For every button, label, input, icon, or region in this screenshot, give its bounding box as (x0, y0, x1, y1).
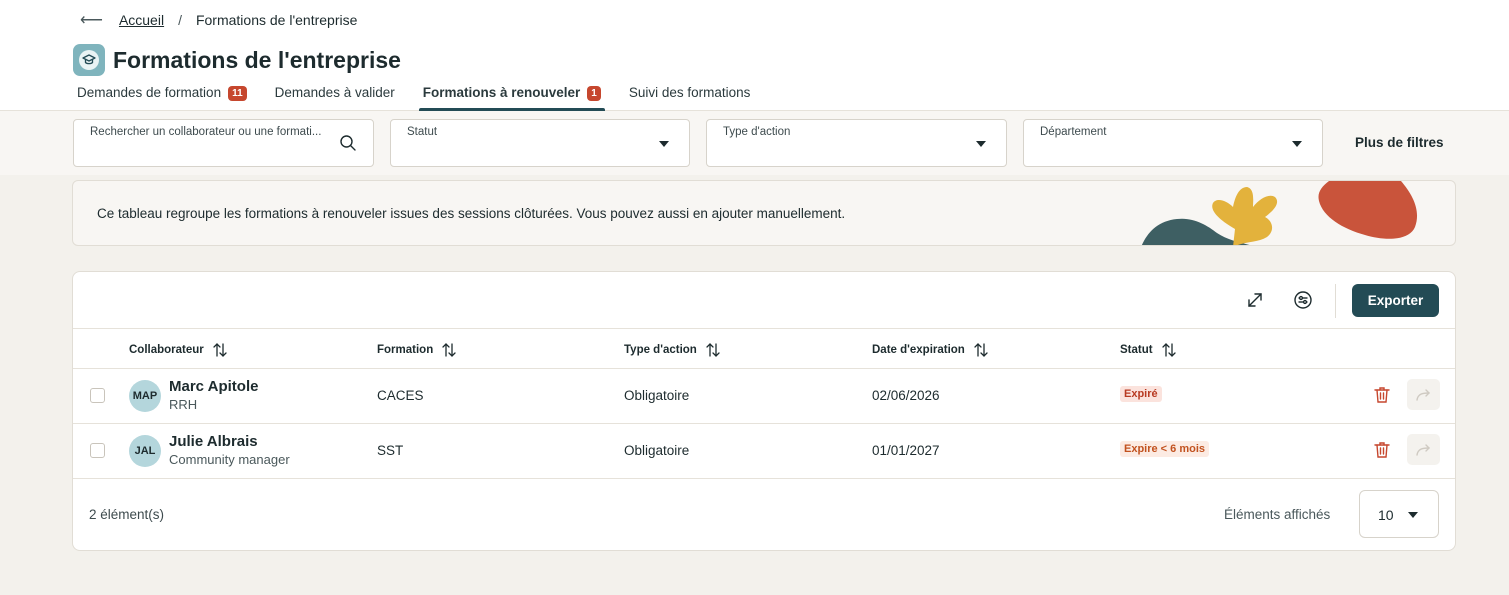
title-row: Formations de l'entreprise (73, 44, 401, 76)
tab-suivi-des-formations[interactable]: Suivi des formations (625, 80, 755, 111)
table-header: Collaborateur Formation Type d'action Da… (73, 329, 1455, 369)
tab-demandes-a-valider[interactable]: Demandes à valider (271, 80, 399, 111)
department-select[interactable]: Département (1023, 119, 1323, 167)
column-label: Formation (377, 344, 434, 356)
row-checkbox[interactable] (90, 388, 105, 403)
column-header-formation[interactable]: Formation (377, 342, 457, 358)
tab-badge: 11 (228, 86, 247, 101)
sort-icon (974, 343, 988, 357)
table-toolbar: Exporter (73, 272, 1455, 329)
trash-icon[interactable] (1372, 440, 1392, 465)
action-type-cell: Obligatoire (624, 443, 690, 458)
department-select-label: Département (1040, 126, 1107, 138)
search-input[interactable]: Rechercher un collaborateur ou une forma… (73, 119, 374, 167)
toolbar-divider (1335, 284, 1336, 318)
table-card: Exporter Collaborateur Formation Type d'… (72, 271, 1456, 551)
column-label: Type d'action (624, 344, 697, 356)
breadcrumb-home-link[interactable]: Accueil (119, 12, 164, 28)
column-header-date-expiration[interactable]: Date d'expiration (872, 342, 989, 358)
tabs: Demandes de formation 11 Demandes à vali… (73, 80, 774, 111)
collaborator-name: Julie Albrais (169, 433, 258, 450)
per-page-select[interactable]: 10 (1359, 490, 1439, 538)
expiration-date-cell: 01/01/2027 (872, 443, 940, 458)
breadcrumb: ⟵ Accueil / Formations de l'entreprise (80, 10, 357, 30)
caret-down-icon (976, 141, 986, 147)
graduation-cap-icon (73, 44, 105, 76)
search-placeholder: Rechercher un collaborateur ou une forma… (90, 126, 322, 138)
tab-demandes-de-formation[interactable]: Demandes de formation 11 (73, 80, 251, 111)
caret-down-icon (659, 141, 669, 147)
per-page-label: Éléments affichés (1224, 507, 1331, 522)
caret-down-icon (1408, 512, 1418, 518)
page-title: Formations de l'entreprise (113, 46, 401, 73)
status-badge: Expire < 6 mois (1120, 441, 1210, 457)
table-footer: 2 élément(s) Éléments affichés 10 (73, 479, 1455, 551)
column-header-statut[interactable]: Statut (1120, 342, 1177, 358)
breadcrumb-separator: / (178, 12, 182, 28)
expand-icon[interactable] (1243, 288, 1267, 312)
per-page-value: 10 (1378, 507, 1394, 523)
trash-icon[interactable] (1372, 385, 1392, 410)
arrow-left-icon[interactable]: ⟵ (80, 10, 103, 30)
expiration-date-cell: 02/06/2026 (872, 388, 940, 403)
status-select-label: Statut (407, 126, 438, 138)
page-header: ⟵ Accueil / Formations de l'entreprise F… (0, 0, 1509, 111)
tab-label: Demandes de formation (77, 85, 222, 100)
filters-bar: Rechercher un collaborateur ou une forma… (0, 111, 1509, 175)
sort-icon (213, 343, 227, 357)
column-header-collaborateur[interactable]: Collaborateur (129, 342, 228, 358)
formation-cell: CACES (377, 388, 424, 403)
table-row: MAP Marc Apitole RRH CACES Obligatoire 0… (73, 369, 1455, 424)
decorative-illustration (1141, 181, 1418, 245)
tab-label: Suivi des formations (628, 85, 751, 100)
collaborator-name: Marc Apitole (169, 378, 259, 395)
action-type-select[interactable]: Type d'action (706, 119, 1007, 167)
column-label: Date d'expiration (872, 344, 965, 356)
sort-icon (1161, 343, 1176, 357)
share-arrow-icon[interactable] (1407, 434, 1440, 465)
table-row: JAL Julie Albrais Community manager SST … (73, 424, 1455, 479)
sort-icon (706, 343, 720, 357)
collaborator-role: RRH (169, 397, 198, 412)
settings-sliders-icon[interactable] (1291, 288, 1315, 312)
banner-text: Ce tableau regroupe les formations à ren… (97, 206, 846, 221)
item-count: 2 élément(s) (89, 507, 165, 522)
tab-label: Formations à renouveler (422, 85, 581, 100)
search-icon (339, 134, 357, 157)
info-banner: Ce tableau regroupe les formations à ren… (72, 180, 1456, 246)
column-label: Collaborateur (129, 344, 204, 356)
breadcrumb-current: Formations de l'entreprise (195, 12, 358, 28)
column-header-type-action[interactable]: Type d'action (624, 342, 721, 358)
sort-icon (442, 343, 456, 357)
action-type-select-label: Type d'action (723, 126, 791, 138)
more-filters-button[interactable]: Plus de filtres (1355, 135, 1444, 150)
action-type-cell: Obligatoire (624, 388, 690, 403)
tab-label: Demandes à valider (274, 85, 395, 100)
share-arrow-icon[interactable] (1407, 379, 1440, 410)
collaborator-role: Community manager (169, 452, 290, 467)
avatar: MAP (129, 380, 161, 412)
export-button[interactable]: Exporter (1352, 284, 1439, 317)
formation-cell: SST (377, 443, 404, 458)
caret-down-icon (1292, 141, 1302, 147)
row-checkbox[interactable] (90, 443, 105, 458)
status-select[interactable]: Statut (390, 119, 690, 167)
avatar: JAL (129, 435, 161, 467)
status-badge: Expiré (1120, 386, 1162, 402)
tab-badge: 1 (587, 86, 601, 101)
tab-formations-a-renouveler[interactable]: Formations à renouveler 1 (418, 80, 605, 111)
column-label: Statut (1120, 344, 1153, 356)
